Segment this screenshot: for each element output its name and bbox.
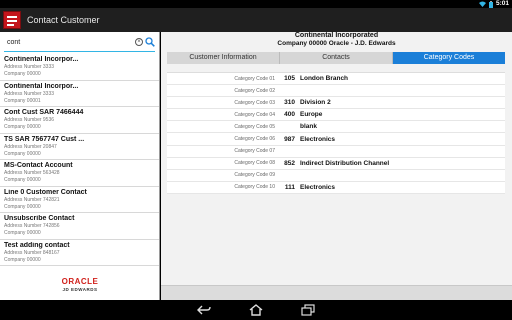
- table-row: Category Code 06 987 Electronics: [167, 133, 505, 146]
- code-label: Category Code 07: [234, 148, 275, 155]
- code-label: Category Code 10: [234, 184, 275, 191]
- tab-bar: Customer Information Contacts Category C…: [167, 52, 505, 64]
- code-label: Category Code 02: [234, 87, 275, 94]
- contact-company: Company 00000: [4, 177, 41, 183]
- back-icon[interactable]: [197, 304, 211, 316]
- customer-subtitle: Company 00000 Oracle - J.D. Edwards: [277, 40, 396, 47]
- contact-company: Company 00000: [4, 230, 41, 236]
- detail-panel: Continental Incorporated Company 00000 O…: [161, 32, 512, 300]
- logo-product: JD EDWARDS: [62, 287, 98, 292]
- contact-name: Continental Incorpor...: [4, 82, 79, 90]
- contact-name: Test adding contact: [4, 241, 70, 249]
- logo-brand: ORACLE: [61, 277, 99, 286]
- code-description: London Branch: [300, 75, 349, 83]
- contact-address: Address Number 742856: [4, 223, 60, 229]
- status-icons: 5:01: [478, 0, 509, 8]
- code-label: Category Code 06: [234, 136, 275, 143]
- clear-search-icon[interactable]: ×: [135, 38, 143, 46]
- customer-title: Continental Incorporated: [294, 32, 379, 39]
- code-value: 111: [284, 183, 295, 191]
- system-nav-bar: [0, 300, 512, 320]
- app-title: Contact Customer: [27, 15, 100, 25]
- tab-category-codes[interactable]: Category Codes: [393, 52, 505, 64]
- list-item[interactable]: Line 0 Customer Contact Address Number 7…: [0, 187, 159, 213]
- app-icon[interactable]: [3, 11, 21, 29]
- list-item[interactable]: Continental Incorpor... Address Number 3…: [0, 54, 159, 81]
- code-label: Category Code 04: [234, 111, 275, 118]
- code-label: Category Code 05: [234, 123, 275, 130]
- contact-address: Address Number 742821: [4, 196, 60, 203]
- table-row: Category Code 07: [167, 146, 505, 158]
- code-description: Electronics: [300, 183, 336, 191]
- contact-name: Cont Cust SAR 7466444: [4, 109, 84, 116]
- search-bar: ×: [4, 34, 155, 52]
- contact-name: Line 0 Customer Contact: [4, 188, 87, 196]
- contact-name: MS-Contact Account: [4, 162, 73, 169]
- code-label: Category Code 03: [234, 99, 275, 106]
- code-value: 987: [284, 135, 295, 143]
- recent-apps-icon[interactable]: [301, 304, 315, 316]
- battery-icon: [488, 0, 493, 8]
- contact-company: Company 00000: [4, 150, 41, 157]
- table-row: Category Code 08 852 Indirect Distributi…: [167, 158, 505, 170]
- list-item[interactable]: Cont Cust SAR 7466444 Address Number 953…: [0, 107, 159, 134]
- contact-list: Continental Incorpor... Address Number 3…: [0, 54, 159, 266]
- table-row: Category Code 04 400 Europe: [167, 109, 505, 122]
- contact-company: Company 00000: [4, 124, 41, 130]
- code-label: Category Code 09: [234, 172, 275, 179]
- code-value: 310: [284, 99, 295, 107]
- table-row: Category Code 02: [167, 85, 505, 98]
- contact-address: Address Number 3333: [4, 64, 55, 70]
- tab-customer-information[interactable]: Customer Information: [167, 52, 280, 64]
- code-description: Europe: [300, 111, 323, 119]
- action-bar: Contact Customer: [0, 8, 512, 32]
- list-item[interactable]: Continental Incorpor... Address Number 3…: [0, 81, 159, 107]
- code-description: Division 2: [300, 99, 331, 107]
- status-bar: 5:01: [0, 0, 512, 8]
- wifi-icon: [478, 1, 486, 7]
- contact-address: Address Number 563428: [4, 170, 60, 176]
- code-description: blank: [300, 123, 317, 131]
- contact-name: Continental Incorpor...: [4, 56, 79, 63]
- list-item[interactable]: Test adding contact Address Number 84816…: [0, 240, 159, 266]
- contact-list-panel: × Continental Incorpor... Address Number…: [0, 32, 160, 300]
- table-row: Category Code 10 111 Electronics: [167, 182, 505, 194]
- contact-company: Company 00000: [4, 203, 41, 210]
- code-value: 105: [284, 75, 295, 83]
- category-codes-table: Category Code 01 105 London Branch Categ…: [167, 72, 505, 194]
- code-label: Category Code 01: [234, 75, 275, 82]
- list-item[interactable]: Unsubscribe Contact Address Number 74285…: [0, 213, 159, 240]
- table-row: Category Code 03 310 Division 2: [167, 97, 505, 110]
- search-icon[interactable]: [145, 37, 155, 47]
- contact-name: Unsubscribe Contact: [4, 215, 75, 222]
- table-row: Category Code 05 blank: [167, 121, 505, 134]
- contact-company: Company 00000: [4, 256, 41, 263]
- contact-address: Address Number 848167: [4, 249, 60, 256]
- list-item[interactable]: TS SAR 7567747 Cust ... Address Number 2…: [0, 134, 159, 160]
- status-time: 5:01: [495, 0, 509, 7]
- contact-company: Company 00001: [4, 97, 41, 104]
- search-input[interactable]: [4, 39, 122, 46]
- code-description: Electronics: [300, 135, 336, 143]
- code-value: 852: [284, 159, 295, 167]
- list-item[interactable]: MS-Contact Account Address Number 563428…: [0, 160, 159, 187]
- contact-address: Address Number 3333: [4, 90, 55, 97]
- table-row: Category Code 09: [167, 170, 505, 182]
- code-value: 400: [284, 111, 295, 119]
- table-row: Category Code 01 105 London Branch: [167, 73, 505, 86]
- code-description: Indirect Distribution Channel: [300, 159, 390, 167]
- code-label: Category Code 08: [234, 160, 275, 167]
- contact-address: Address Number 20847: [4, 143, 57, 150]
- contact-company: Company 00000: [4, 71, 41, 77]
- bottom-bar: [161, 285, 512, 300]
- oracle-jde-logo: ORACLE JD EDWARDS: [0, 273, 159, 300]
- tab-contacts[interactable]: Contacts: [280, 52, 393, 64]
- contact-address: Address Number 9536: [4, 117, 55, 123]
- home-icon[interactable]: [249, 304, 263, 316]
- contact-name: TS SAR 7567747 Cust ...: [4, 135, 85, 143]
